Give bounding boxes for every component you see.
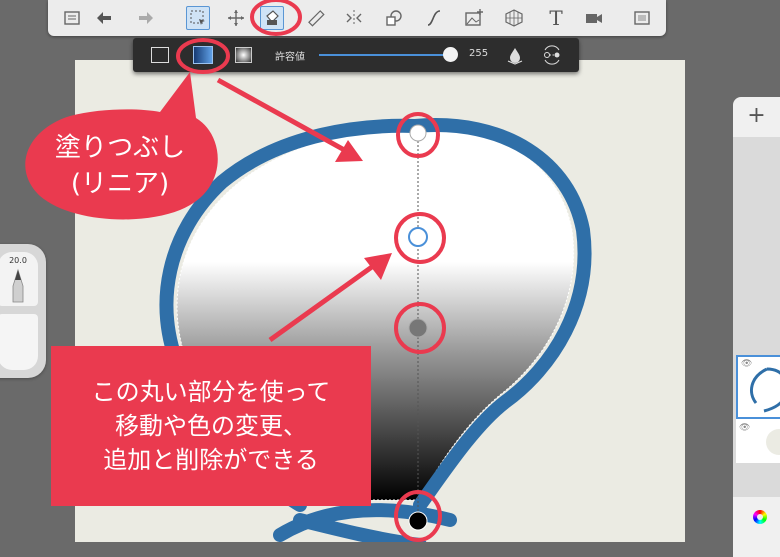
highlight-ring-linear-mode (176, 38, 230, 74)
highlight-ring-fill-tool (250, 0, 302, 36)
arrow-to-handle (268, 253, 392, 343)
callout-line: この丸い部分を使って (91, 378, 331, 406)
callout-line: (リニア) (70, 169, 170, 199)
callout-line: 移動や色の変更、 (115, 412, 307, 440)
callout-fill-linear-text: 塗りつぶし (リニア) (30, 112, 210, 220)
callout-handles-info: この丸い部分を使って 移動や色の変更、 追加と削除ができる (51, 346, 371, 506)
callout-line: 塗りつぶし (54, 133, 186, 163)
arrow-to-fill (216, 77, 363, 162)
callout-line: 追加と削除ができる (103, 446, 319, 474)
